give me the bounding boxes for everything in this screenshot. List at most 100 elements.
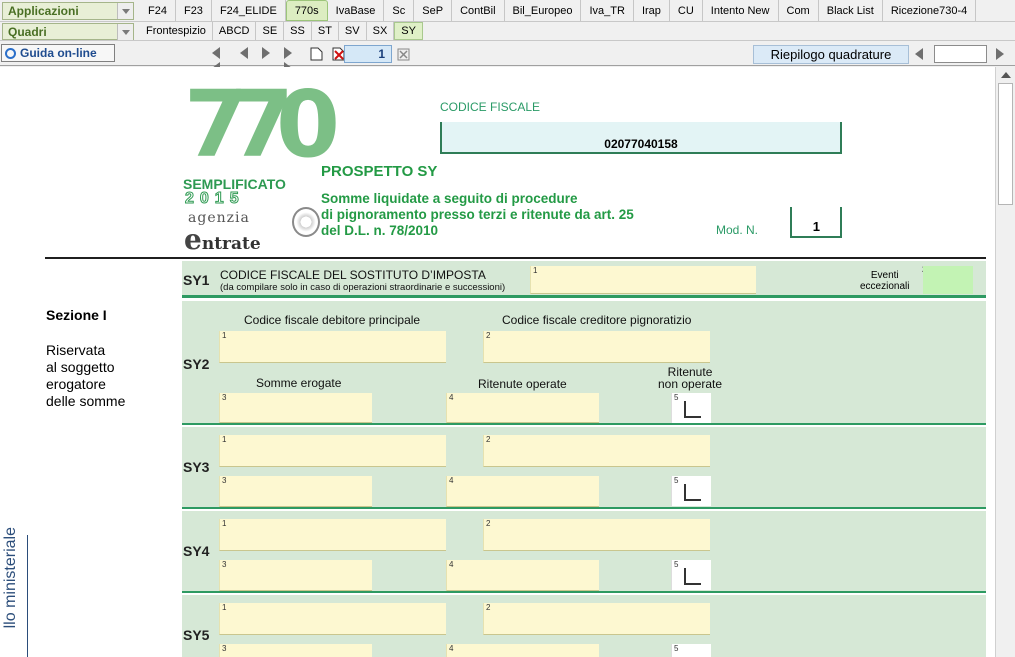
mod-n-label: Mod. N. [716,223,759,237]
tab-cu[interactable]: CU [670,0,703,21]
next-icon[interactable] [996,48,1004,63]
logo-year: 2015 [185,190,245,208]
cf-value: 02077040158 [604,137,678,151]
eventi-label: Eventi eccezionali [860,270,910,292]
tab-sy[interactable]: SY [394,22,423,40]
tab-sv[interactable]: SV [339,22,367,40]
row-code: SY2 [183,356,210,372]
row-sy3: SY3 1 2 3 4 5 [182,427,986,509]
quadri-label: Quadri [8,25,47,39]
chevron-down-icon[interactable] [117,24,133,40]
col-ritenute-non: Ritenute non operate [658,365,723,391]
tab-contbil[interactable]: ContBil [452,0,505,21]
row-sy1: SY1 CODICE FISCALE DEL SOSTITUTO D’IMPOS… [182,261,986,298]
browser-icon [5,47,16,59]
cf-creditore-input[interactable]: 2 [483,435,710,467]
chevron-down-icon[interactable] [117,3,133,19]
tab-black-list[interactable]: Black List [819,0,883,21]
side-label: llo ministeriale [2,527,19,629]
new-page-icon[interactable] [310,47,324,61]
somme-erogate-input[interactable]: 3 [219,393,372,423]
app-tabs: F24 F23 F24_ELIDE 770s IvaBase Sc SeP Co… [140,0,977,21]
first-page-icon[interactable] [212,47,226,74]
cf-debitore-input[interactable]: 1 [219,603,446,635]
col-ritenute: Ritenute operate [478,377,567,391]
tab-intento-new[interactable]: Intento New [703,0,779,21]
mod-n-field[interactable]: 1 [790,207,842,238]
applicazioni-combo[interactable]: Applicazioni [2,2,134,20]
col-somme: Somme erogate [256,376,342,390]
tab-ivabase[interactable]: IvaBase [328,0,385,21]
tab-f24[interactable]: F24 [140,0,176,21]
mod-n-value: 1 [812,219,820,234]
row-sy4: SY4 1 2 3 4 5 [182,511,986,593]
prev-page-icon[interactable] [240,47,254,61]
navigation-toolbar: Guida on-line 1 Riepilogo quadrature [0,42,1015,74]
tab-f24-elide[interactable]: F24_ELIDE [212,0,286,21]
ritenute-operate-input[interactable]: 4 [446,644,599,657]
ritenute-non-operate-checkbox[interactable]: 5 [671,560,711,590]
cf-creditore-input[interactable]: 2 [483,331,710,363]
tab-iva-tr[interactable]: Iva_TR [581,0,634,21]
riepilogo-quadrature-button[interactable]: Riepilogo quadrature [753,45,909,64]
tab-abcd[interactable]: ABCD [213,22,257,40]
codice-fiscale-field[interactable]: 02077040158 [440,122,842,154]
quadri-combo[interactable]: Quadri [2,23,134,40]
tab-irap[interactable]: Irap [634,0,670,21]
somme-erogate-input[interactable]: 3 [219,476,372,507]
tab-sep[interactable]: SeP [414,0,453,21]
cf-creditore-input[interactable]: 2 [483,603,710,635]
row-code: SY3 [183,459,210,475]
quadri-toolbar: Quadri Frontespizio ABCD SE SS ST SV SX … [0,22,1015,41]
sy1-cf-sostituto-input[interactable]: 1 [530,266,756,294]
tab-se[interactable]: SE [256,22,285,40]
page-number-field[interactable]: 1 [344,45,392,63]
page-navigation [212,46,354,74]
next-page-icon[interactable] [262,47,276,61]
ritenute-non-operate-checkbox[interactable]: 5 [671,476,711,506]
form-page: 770 SEMPLIFICATO 2015 agenzia entrate CO… [0,67,995,657]
ritenute-non-operate-checkbox[interactable]: 5 [671,393,711,423]
somme-erogate-input[interactable]: 3 [219,644,372,657]
logo-770: 770 [184,71,340,178]
applications-toolbar: Applicazioni F24 F23 F24_ELIDE 770s IvaB… [0,0,1015,22]
prospetto-description: Somme liquidate a seguito di procedure d… [321,191,634,238]
tab-frontespizio[interactable]: Frontespizio [140,22,213,40]
vertical-scrollbar[interactable] [995,67,1015,657]
guida-label: Guida on-line [20,46,97,60]
tab-com[interactable]: Com [779,0,819,21]
ritenute-operate-input[interactable]: 4 [446,476,599,507]
prev-icon[interactable] [915,48,923,63]
cf-debitore-input[interactable]: 1 [219,435,446,467]
eventi-eccezionali-input[interactable] [923,266,973,294]
somme-erogate-input[interactable]: 3 [219,560,372,591]
tab-f23[interactable]: F23 [176,0,212,21]
ritenute-operate-input[interactable]: 4 [446,560,599,591]
logo-entrate: entrate [184,223,261,256]
section-title: Sezione I [46,307,107,323]
prospetto-title: PROSPETTO SY [321,163,438,180]
col-cf-debitore: Codice fiscale debitore principale [244,313,421,327]
row-code: SY1 [183,272,210,288]
scroll-thumb[interactable] [998,83,1013,205]
quadrature-input[interactable] [934,45,987,63]
guida-online-button[interactable]: Guida on-line [1,44,115,62]
close-page-icon[interactable] [397,48,410,64]
last-page-icon[interactable] [284,47,298,74]
quadri-tabs: Frontespizio ABCD SE SS ST SV SX SY [140,22,423,40]
scroll-up-icon[interactable] [1001,72,1011,78]
tab-ricezione730[interactable]: Ricezione730-4 [883,0,977,21]
tab-770s[interactable]: 770s [285,0,328,21]
tab-bil-europeo[interactable]: Bil_Europeo [505,0,582,21]
section-description: Riservata al soggetto erogatore delle so… [46,342,126,409]
cf-creditore-input[interactable]: 2 [483,519,710,551]
tab-sc[interactable]: Sc [384,0,415,21]
cf-debitore-input[interactable]: 1 [219,519,446,551]
tab-st[interactable]: ST [312,22,339,40]
ritenute-non-operate-checkbox[interactable]: 5 [671,644,711,657]
tab-ss[interactable]: SS [284,22,312,40]
ritenute-operate-input[interactable]: 4 [446,393,599,423]
cf-debitore-input[interactable]: 1 [219,331,446,363]
sy1-label: CODICE FISCALE DEL SOSTITUTO D’IMPOSTA [220,268,486,282]
tab-sx[interactable]: SX [367,22,395,40]
